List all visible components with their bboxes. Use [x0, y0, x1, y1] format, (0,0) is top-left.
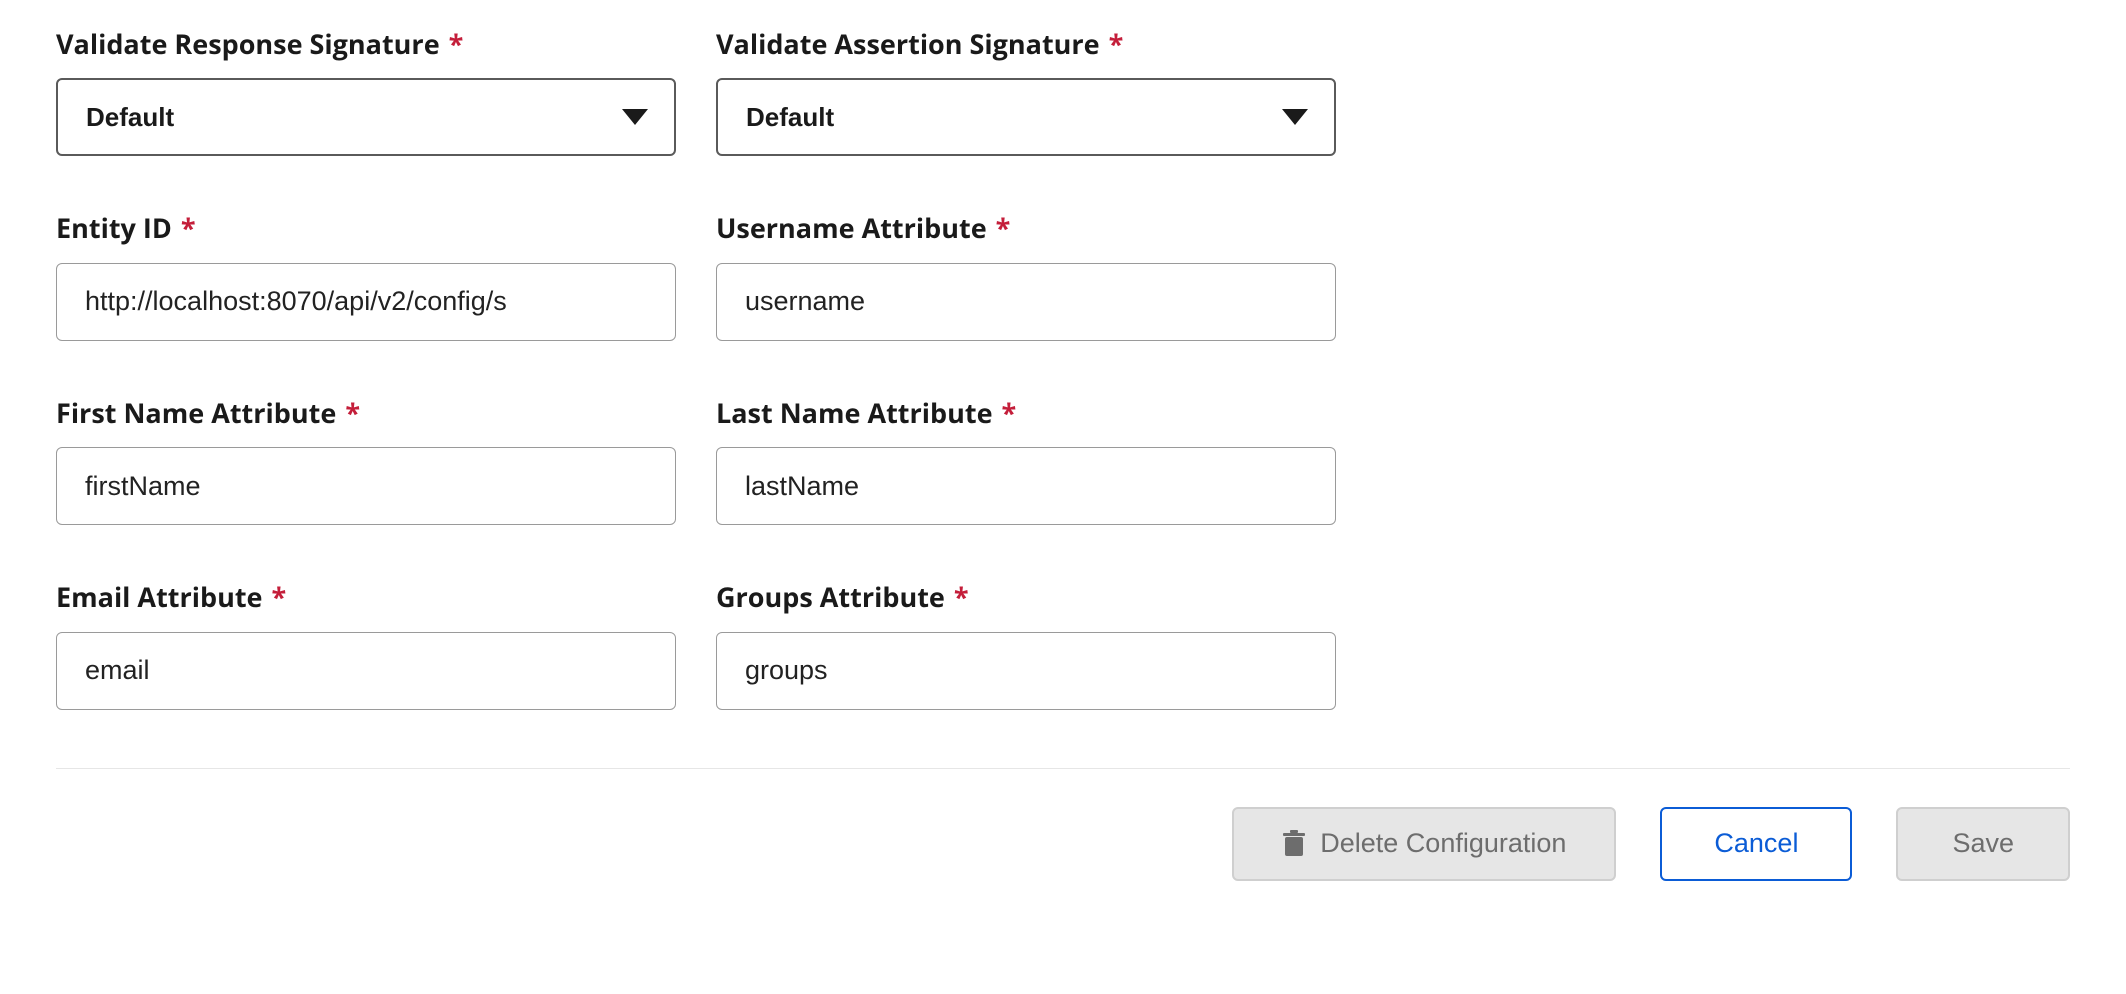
label-text: Validate Response Signature: [56, 25, 440, 62]
required-marker: *: [272, 578, 287, 615]
field-first-name-attribute: First Name Attribute *: [56, 397, 676, 525]
label-username-attribute: Username Attribute *: [716, 212, 1336, 244]
delete-configuration-button[interactable]: Delete Configuration: [1232, 807, 1616, 881]
label-last-name-attribute: Last Name Attribute *: [716, 397, 1336, 429]
field-validate-assertion-signature: Validate Assertion Signature * Default: [716, 28, 1336, 156]
input-username-attribute[interactable]: [716, 263, 1336, 341]
cancel-button[interactable]: Cancel: [1660, 807, 1852, 881]
label-groups-attribute: Groups Attribute *: [716, 581, 1336, 613]
footer-divider: [56, 768, 2070, 769]
form-grid: Validate Response Signature * Default Va…: [56, 28, 2070, 710]
button-label: Save: [1952, 828, 2014, 859]
input-entity-id[interactable]: [56, 263, 676, 341]
label-validate-assertion-signature: Validate Assertion Signature *: [716, 28, 1336, 60]
required-marker: *: [1002, 394, 1017, 431]
select-value: Default: [746, 102, 834, 132]
input-email-attribute[interactable]: [56, 632, 676, 710]
field-validate-response-signature: Validate Response Signature * Default: [56, 28, 676, 156]
label-text: Email Attribute: [56, 578, 263, 615]
label-text: Last Name Attribute: [716, 394, 993, 431]
input-first-name-attribute[interactable]: [56, 447, 676, 525]
trash-icon: [1282, 830, 1306, 858]
required-marker: *: [345, 394, 360, 431]
input-last-name-attribute[interactable]: [716, 447, 1336, 525]
field-username-attribute: Username Attribute *: [716, 212, 1336, 340]
field-last-name-attribute: Last Name Attribute *: [716, 397, 1336, 525]
label-text: Groups Attribute: [716, 578, 945, 615]
label-text: Username Attribute: [716, 209, 987, 246]
label-email-attribute: Email Attribute *: [56, 581, 676, 613]
select-validate-response-signature-wrap: Default: [56, 78, 676, 156]
saml-config-form: Validate Response Signature * Default Va…: [0, 0, 2126, 921]
required-marker: *: [449, 25, 464, 62]
field-entity-id: Entity ID *: [56, 212, 676, 340]
required-marker: *: [954, 578, 969, 615]
save-button[interactable]: Save: [1896, 807, 2070, 881]
label-first-name-attribute: First Name Attribute *: [56, 397, 676, 429]
label-text: Validate Assertion Signature: [716, 25, 1100, 62]
required-marker: *: [181, 209, 196, 246]
required-marker: *: [1109, 25, 1124, 62]
select-validate-assertion-signature[interactable]: Default: [716, 78, 1336, 156]
field-groups-attribute: Groups Attribute *: [716, 581, 1336, 709]
field-email-attribute: Email Attribute *: [56, 581, 676, 709]
label-text: First Name Attribute: [56, 394, 336, 431]
label-text: Entity ID: [56, 209, 172, 246]
button-label: Cancel: [1714, 828, 1798, 859]
select-value: Default: [86, 102, 174, 132]
required-marker: *: [996, 209, 1011, 246]
select-validate-response-signature[interactable]: Default: [56, 78, 676, 156]
select-validate-assertion-signature-wrap: Default: [716, 78, 1336, 156]
button-label: Delete Configuration: [1320, 828, 1566, 859]
label-entity-id: Entity ID *: [56, 212, 676, 244]
form-footer: Delete Configuration Cancel Save: [56, 807, 2070, 881]
input-groups-attribute[interactable]: [716, 632, 1336, 710]
label-validate-response-signature: Validate Response Signature *: [56, 28, 676, 60]
